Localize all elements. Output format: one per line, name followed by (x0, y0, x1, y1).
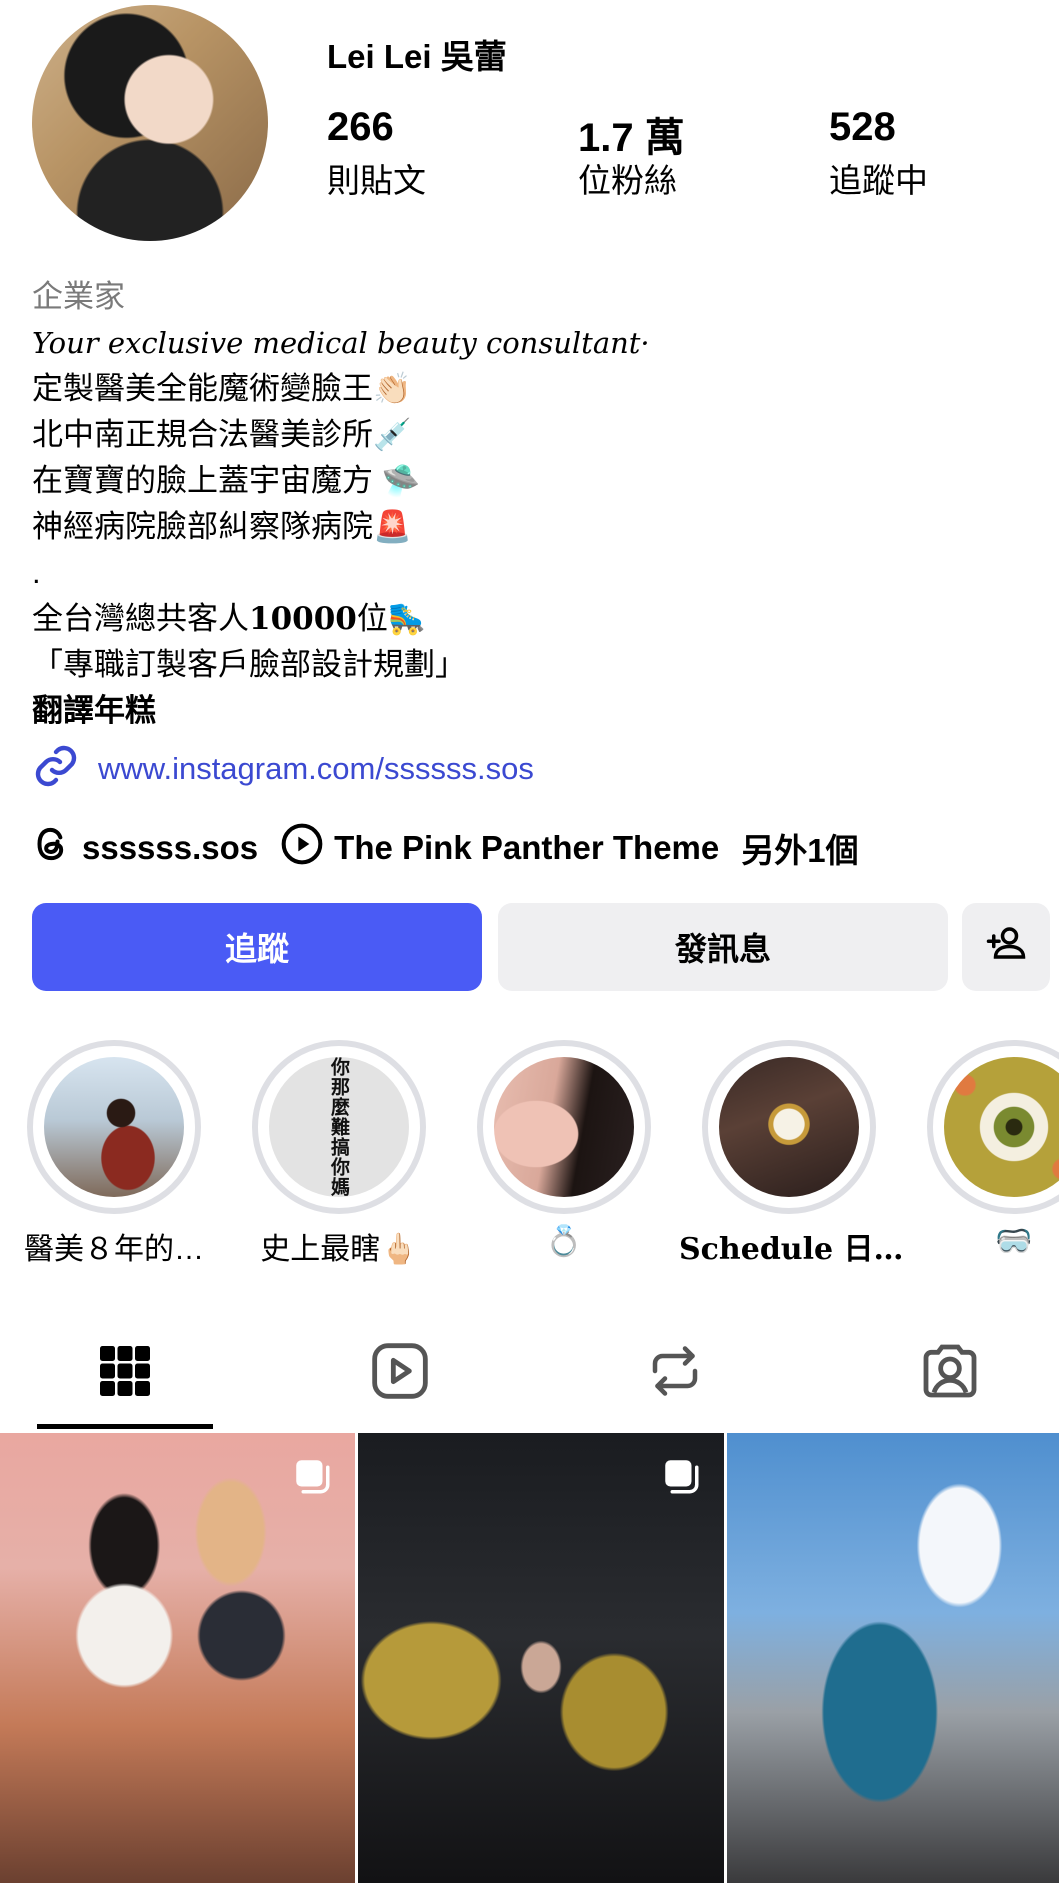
following-label[interactable]: 追蹤中 (829, 154, 928, 202)
highlight-label[interactable]: 醫美８年的… (4, 1224, 224, 1268)
bio-line: . (32, 555, 41, 590)
highlight-item[interactable] (702, 1040, 876, 1214)
add-user-icon (985, 922, 1027, 972)
bio-line: 定製醫美全能魔術變臉王👏🏻 (32, 371, 412, 406)
highlight-label[interactable]: Schedule 日… (679, 1224, 904, 1268)
bio-line: 神經病院臉部糾察隊病院🚨 (32, 509, 412, 544)
profile-tabs (0, 1318, 1059, 1428)
profile-avatar[interactable] (32, 5, 268, 241)
bio-line-text: 位🛼 (356, 601, 427, 636)
highlight-cover (719, 1057, 859, 1197)
active-tab-indicator (37, 1424, 213, 1429)
suggest-users-button[interactable] (962, 903, 1050, 991)
tagged-icon (918, 1339, 982, 1408)
followers-label[interactable]: 位粉絲 (578, 154, 677, 202)
highlight-cover-text: 你那麼難搞你媽 (328, 1057, 350, 1197)
message-button[interactable]: 發訊息 (498, 903, 948, 991)
bio-category: 企業家 (32, 279, 125, 314)
bio-line: Your exclusive medical beauty consultant… (32, 326, 650, 360)
bio-line: 北中南正規合法醫美診所💉 (32, 417, 412, 452)
highlight-item[interactable] (27, 1040, 201, 1214)
highlight-label[interactable]: 史上最瞎🖕🏻 (229, 1224, 449, 1268)
posts-label[interactable]: 則貼文 (327, 154, 426, 202)
threads-link[interactable]: ssssss.sos (32, 824, 258, 872)
music-title: The Pink Panther Theme (334, 829, 720, 866)
profile-meta-row: ssssss.sos The Pink Panther Theme 另外1個 (32, 822, 881, 874)
tab-reposts[interactable] (640, 1338, 710, 1408)
bio-link-text[interactable]: www.instagram.com/ssssss.sos (98, 751, 534, 787)
highlight-cover (44, 1057, 184, 1197)
profile-username: Lei Lei 吳蕾 (327, 38, 507, 75)
highlight-cover (494, 1057, 634, 1197)
bio-line-text: 全台灣總共客人 (32, 601, 249, 636)
highlight-cover: 你那麼難搞你媽 (269, 1057, 409, 1197)
link-icon (32, 742, 80, 795)
tab-posts[interactable] (90, 1338, 160, 1408)
highlight-cover (944, 1057, 1059, 1197)
reposts-icon (645, 1341, 705, 1406)
post-thumbnail[interactable] (727, 1433, 1059, 1883)
highlight-label[interactable]: 🥽 (904, 1224, 1059, 1259)
bio-line: 翻譯年糕 (32, 693, 156, 728)
music-link[interactable]: The Pink Panther Theme (280, 822, 719, 874)
carousel-icon (291, 1455, 333, 1497)
threads-username: ssssss.sos (82, 829, 259, 866)
play-icon (280, 822, 324, 874)
tab-tagged[interactable] (915, 1338, 985, 1408)
bio-line: 「專職訂製客戶臉部設計規劃」 (32, 647, 466, 682)
highlight-item[interactable]: 你那麼難搞你媽 (252, 1040, 426, 1214)
reels-icon (368, 1339, 432, 1408)
carousel-icon (660, 1455, 702, 1497)
following-count[interactable]: 528 (829, 105, 896, 150)
bio-client-count: 10000 (249, 601, 357, 637)
highlight-item[interactable] (477, 1040, 651, 1214)
bio-line: 全台灣總共客人10000位🛼 (32, 596, 426, 642)
grid-icon (95, 1341, 155, 1406)
highlight-label[interactable]: 💍 (454, 1224, 674, 1259)
posts-count[interactable]: 266 (327, 105, 394, 150)
bio-link[interactable]: www.instagram.com/ssssss.sos (32, 742, 534, 795)
follow-button[interactable]: 追蹤 (32, 903, 482, 991)
bio-line: 在寶寶的臉上蓋宇宙魔方 🛸 (32, 463, 421, 498)
more-links[interactable]: 另外1個 (741, 824, 858, 872)
tab-reels[interactable] (365, 1338, 435, 1408)
threads-icon (32, 824, 72, 872)
post-thumbnail[interactable] (0, 1433, 355, 1883)
highlight-item[interactable] (927, 1040, 1059, 1214)
post-thumbnail[interactable] (358, 1433, 724, 1883)
